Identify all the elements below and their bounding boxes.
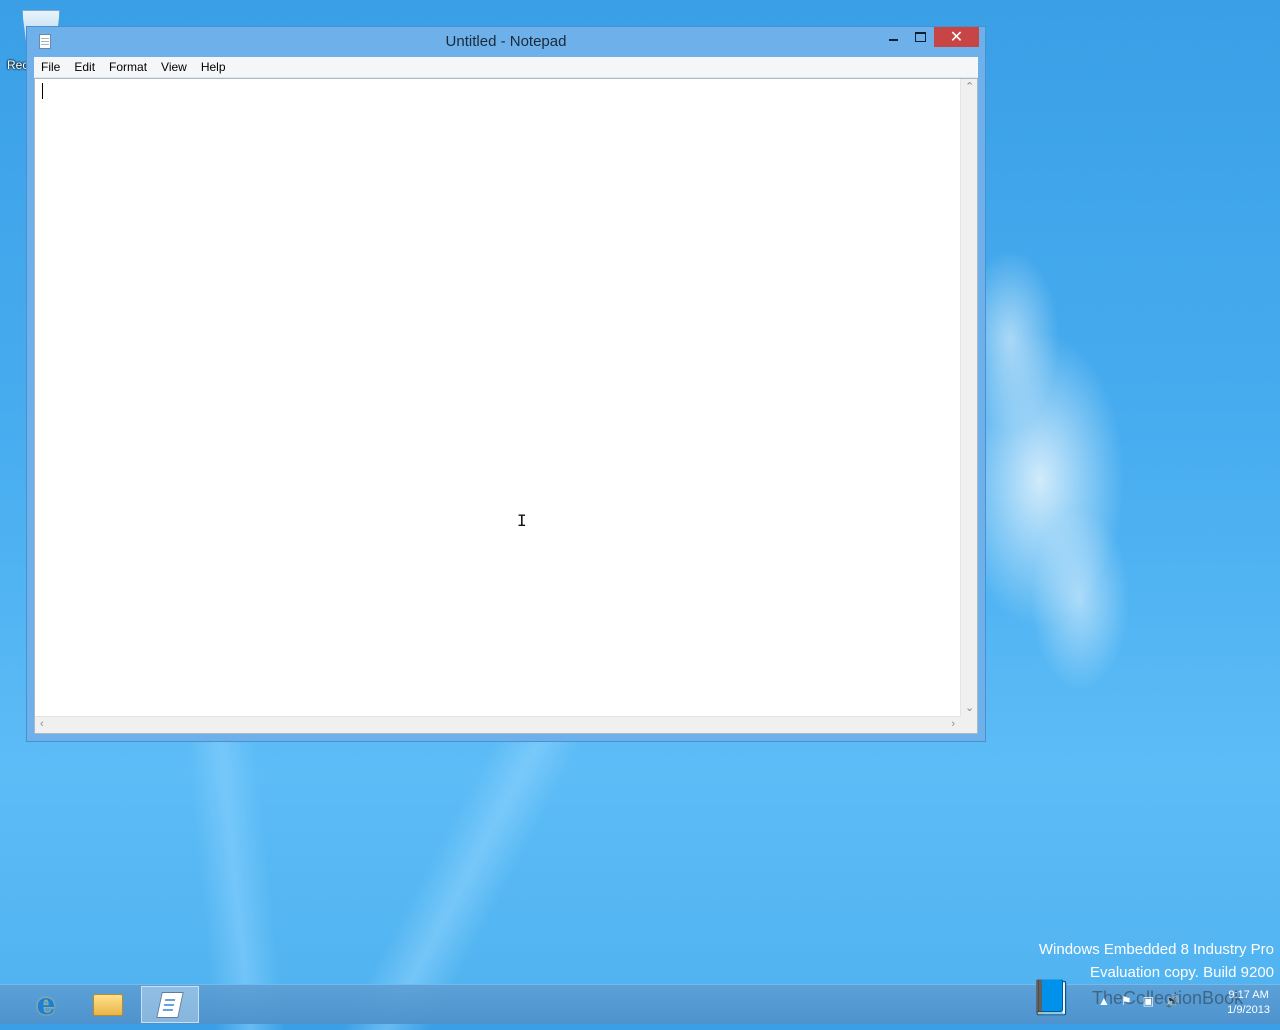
menu-file[interactable]: File xyxy=(34,57,67,77)
volume-icon[interactable]: 🔊 xyxy=(1165,994,1180,1008)
network-icon[interactable]: ▣ xyxy=(1143,994,1154,1008)
menu-bar: File Edit Format View Help xyxy=(34,57,978,78)
maximize-icon xyxy=(915,32,926,42)
taskbar-internet-explorer[interactable]: e xyxy=(17,986,75,1023)
close-icon: ✕ xyxy=(949,29,964,46)
clock-time: 9:17 AM xyxy=(1228,989,1269,1001)
clock-date: 1/9/2013 xyxy=(1227,1004,1270,1016)
notepad-icon xyxy=(156,991,184,1018)
taskbar-notepad[interactable] xyxy=(141,986,199,1023)
file-explorer-icon xyxy=(93,993,123,1016)
minimize-button[interactable] xyxy=(880,27,907,47)
menu-edit[interactable]: Edit xyxy=(67,57,102,77)
internet-explorer-icon: e xyxy=(36,987,56,1022)
notepad-window: Untitled - Notepad ✕ File Edit Format Vi… xyxy=(26,26,986,742)
close-button[interactable]: ✕ xyxy=(934,27,979,47)
taskbar-clock[interactable]: 9:17 AM 1/9/2013 xyxy=(1227,988,1270,1018)
menu-view[interactable]: View xyxy=(154,57,194,77)
window-title: Untitled - Notepad xyxy=(445,33,567,50)
minimize-icon xyxy=(889,39,898,41)
action-center-flag-icon[interactable]: ⚑ xyxy=(1121,994,1132,1008)
taskbar: e xyxy=(0,984,1280,1024)
title-bar[interactable]: Untitled - Notepad ✕ xyxy=(27,27,985,58)
book-logo-icon: 📘 xyxy=(1030,979,1073,1017)
taskbar-file-explorer[interactable] xyxy=(79,986,137,1023)
text-editor[interactable] xyxy=(34,78,978,734)
maximize-button[interactable] xyxy=(907,27,934,47)
menu-format[interactable]: Format xyxy=(102,57,154,77)
system-tray: ▲ ⚑ ▣ 🔊 xyxy=(1098,994,1180,1008)
menu-help[interactable]: Help xyxy=(194,57,233,77)
watermark-line-1: Windows Embedded 8 Industry Pro xyxy=(1038,941,1274,958)
show-hidden-icons-icon[interactable]: ▲ xyxy=(1098,994,1110,1008)
